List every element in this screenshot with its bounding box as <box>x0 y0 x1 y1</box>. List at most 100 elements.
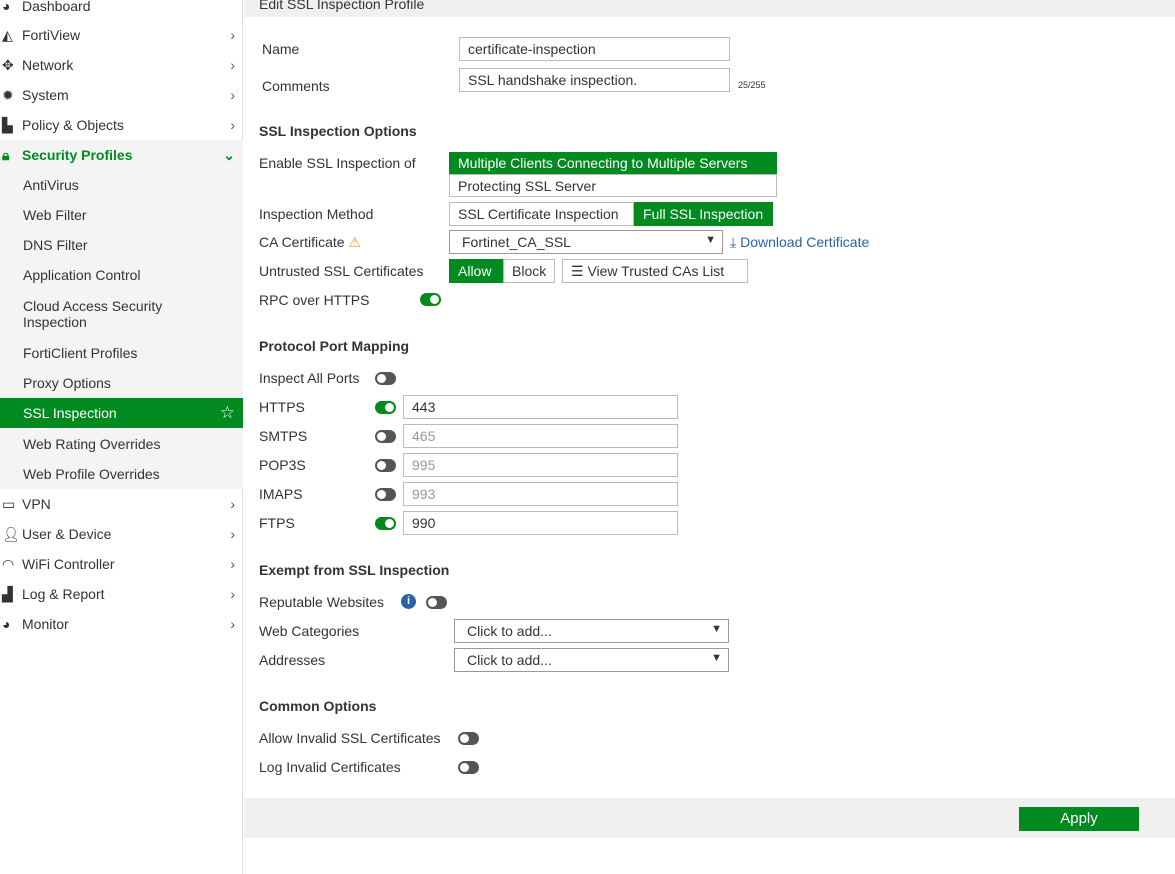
ca-label-text: CA Certificate <box>259 234 345 250</box>
nav-ssl-inspection[interactable]: SSL Inspection ☆ <box>0 398 243 428</box>
nav-vpn[interactable]: ▭ VPN › <box>0 489 243 519</box>
chevron-right-icon: › <box>230 496 235 512</box>
ftps-toggle[interactable] <box>375 517 396 530</box>
footer-bar: Apply <box>244 798 1175 838</box>
nav-network[interactable]: ✥ Network › <box>0 50 243 80</box>
nav-security-profiles[interactable]: 🔒︎ Security Profiles ⌄ <box>0 140 243 170</box>
nav-label: User & Device <box>22 526 112 542</box>
chevron-right-icon: › <box>230 27 235 43</box>
ca-certificate-label: CA Certificate ⚠ <box>259 234 361 251</box>
smtps-port-input[interactable]: 465 <box>403 424 678 448</box>
name-input[interactable]: certificate-inspection <box>459 37 730 61</box>
imaps-port-input[interactable]: 993 <box>403 482 678 506</box>
smtps-toggle[interactable] <box>375 430 396 443</box>
nav-monitor[interactable]: ◕ Monitor › <box>0 609 243 639</box>
wifi-icon: ◠ <box>2 555 15 572</box>
pop3s-toggle[interactable] <box>375 459 396 472</box>
enable-multiple-clients-option[interactable]: Multiple Clients Connecting to Multiple … <box>449 152 777 174</box>
nav-wifi-controller[interactable]: ◠ WiFi Controller › <box>0 549 243 579</box>
nav-forticlient-profiles[interactable]: FortiClient Profiles <box>0 338 243 368</box>
ftps-port-input[interactable]: 990 <box>403 511 678 535</box>
list-icon: ☰ <box>571 263 584 279</box>
nav-label: Web Profile Overrides <box>23 466 160 482</box>
view-cas-text: View Trusted CAs List <box>587 263 725 279</box>
nav-web-profile-overrides[interactable]: Web Profile Overrides <box>0 459 243 489</box>
nav-dns-filter[interactable]: DNS Filter <box>0 230 243 260</box>
log-invalid-label: Log Invalid Certificates <box>259 759 401 775</box>
fortiview-icon: ◭ <box>2 26 13 43</box>
ca-certificate-select[interactable]: Fortinet_CA_SSL ▼ <box>449 230 723 254</box>
untrusted-block-option[interactable]: Block <box>503 259 555 283</box>
method-full-option[interactable]: Full SSL Inspection <box>634 202 773 226</box>
untrusted-allow-option[interactable]: Allow <box>449 259 503 283</box>
web-categories-select[interactable]: Click to add... ▼ <box>454 619 729 643</box>
info-icon[interactable]: i <box>401 594 416 609</box>
main-content: Edit SSL Inspection Profile Name certifi… <box>244 0 1175 874</box>
reputable-toggle[interactable] <box>426 596 447 609</box>
chevron-right-icon: › <box>230 87 235 103</box>
common-options-heading: Common Options <box>259 698 377 714</box>
chevron-right-icon: › <box>230 586 235 602</box>
view-trusted-cas-button[interactable]: ☰ View Trusted CAs List <box>562 259 748 283</box>
gear-icon: ✹ <box>2 86 14 103</box>
nav-user-device[interactable]: 👤︎ User & Device › <box>0 519 243 549</box>
nav-casi[interactable]: Cloud Access Security Inspection <box>0 290 243 338</box>
name-label: Name <box>262 41 300 57</box>
network-icon: ✥ <box>2 56 14 73</box>
download-icon: ⤓ <box>730 234 737 250</box>
enable-protecting-server-option[interactable]: Protecting SSL Server <box>449 174 777 197</box>
nav-label: AntiVirus <box>23 177 79 193</box>
https-port-input[interactable]: 443 <box>403 395 678 419</box>
nav-label: Web Filter <box>23 207 87 223</box>
allow-invalid-toggle[interactable] <box>458 732 479 745</box>
user-icon: 👤︎ <box>2 525 20 542</box>
addresses-select[interactable]: Click to add... ▼ <box>454 648 729 672</box>
rpc-label: RPC over HTTPS <box>259 292 370 308</box>
laptop-icon: ▭ <box>2 495 16 512</box>
chevron-right-icon: › <box>230 526 235 542</box>
enable-ssl-label: Enable SSL Inspection of <box>259 155 416 171</box>
chevron-right-icon: › <box>230 117 235 133</box>
policy-icon: ▙ <box>2 116 13 133</box>
nav-label: SSL Inspection <box>23 405 117 421</box>
nav-label: Dashboard <box>22 0 91 14</box>
nav-label: VPN <box>22 496 51 512</box>
nav-dashboard[interactable]: ◕ Dashboard <box>0 0 243 21</box>
https-label: HTTPS <box>259 399 305 415</box>
inspection-method-label: Inspection Method <box>259 206 374 222</box>
nav-antivirus[interactable]: AntiVirus <box>0 170 243 200</box>
placeholder: Click to add... <box>467 652 552 668</box>
nav-web-filter[interactable]: Web Filter <box>0 200 243 230</box>
nav-label: System <box>22 87 69 103</box>
nav-application-control[interactable]: Application Control <box>0 260 243 290</box>
nav-log-report[interactable]: ▟ Log & Report › <box>0 579 243 609</box>
nav-label: Network <box>22 57 74 73</box>
exempt-heading: Exempt from SSL Inspection <box>259 562 450 578</box>
comments-textarea[interactable]: SSL handshake inspection. <box>459 68 730 92</box>
download-certificate-link[interactable]: ⤓ Download Certificate <box>730 234 869 251</box>
https-toggle[interactable] <box>375 401 396 414</box>
log-invalid-toggle[interactable] <box>458 761 479 774</box>
nav-label: Proxy Options <box>23 375 111 391</box>
method-certificate-option[interactable]: SSL Certificate Inspection <box>449 202 634 226</box>
inspect-all-toggle[interactable] <box>375 372 396 385</box>
lock-icon: 🔒︎ <box>2 146 10 163</box>
star-icon[interactable]: ☆ <box>220 403 235 423</box>
chevron-down-icon: ⌄ <box>223 146 235 163</box>
nav-label: Web Rating Overrides <box>23 436 161 452</box>
nav-policy-objects[interactable]: ▙ Policy & Objects › <box>0 110 243 140</box>
apply-button[interactable]: Apply <box>1019 807 1139 831</box>
nav-web-rating-overrides[interactable]: Web Rating Overrides <box>0 429 243 459</box>
imaps-toggle[interactable] <box>375 488 396 501</box>
nav-proxy-options[interactable]: Proxy Options <box>0 368 243 398</box>
allow-invalid-label: Allow Invalid SSL Certificates <box>259 730 441 746</box>
nav-label: Policy & Objects <box>22 117 124 133</box>
pop3s-port-input[interactable]: 995 <box>403 453 678 477</box>
nav-system[interactable]: ✹ System › <box>0 80 243 110</box>
web-categories-label: Web Categories <box>259 623 360 639</box>
nav-fortiview[interactable]: ◭ FortiView › <box>0 20 243 50</box>
ca-selected: Fortinet_CA_SSL <box>462 234 571 250</box>
rpc-toggle[interactable] <box>420 293 441 306</box>
reputable-label: Reputable Websites <box>259 594 385 610</box>
smtps-label: SMTPS <box>259 428 308 444</box>
